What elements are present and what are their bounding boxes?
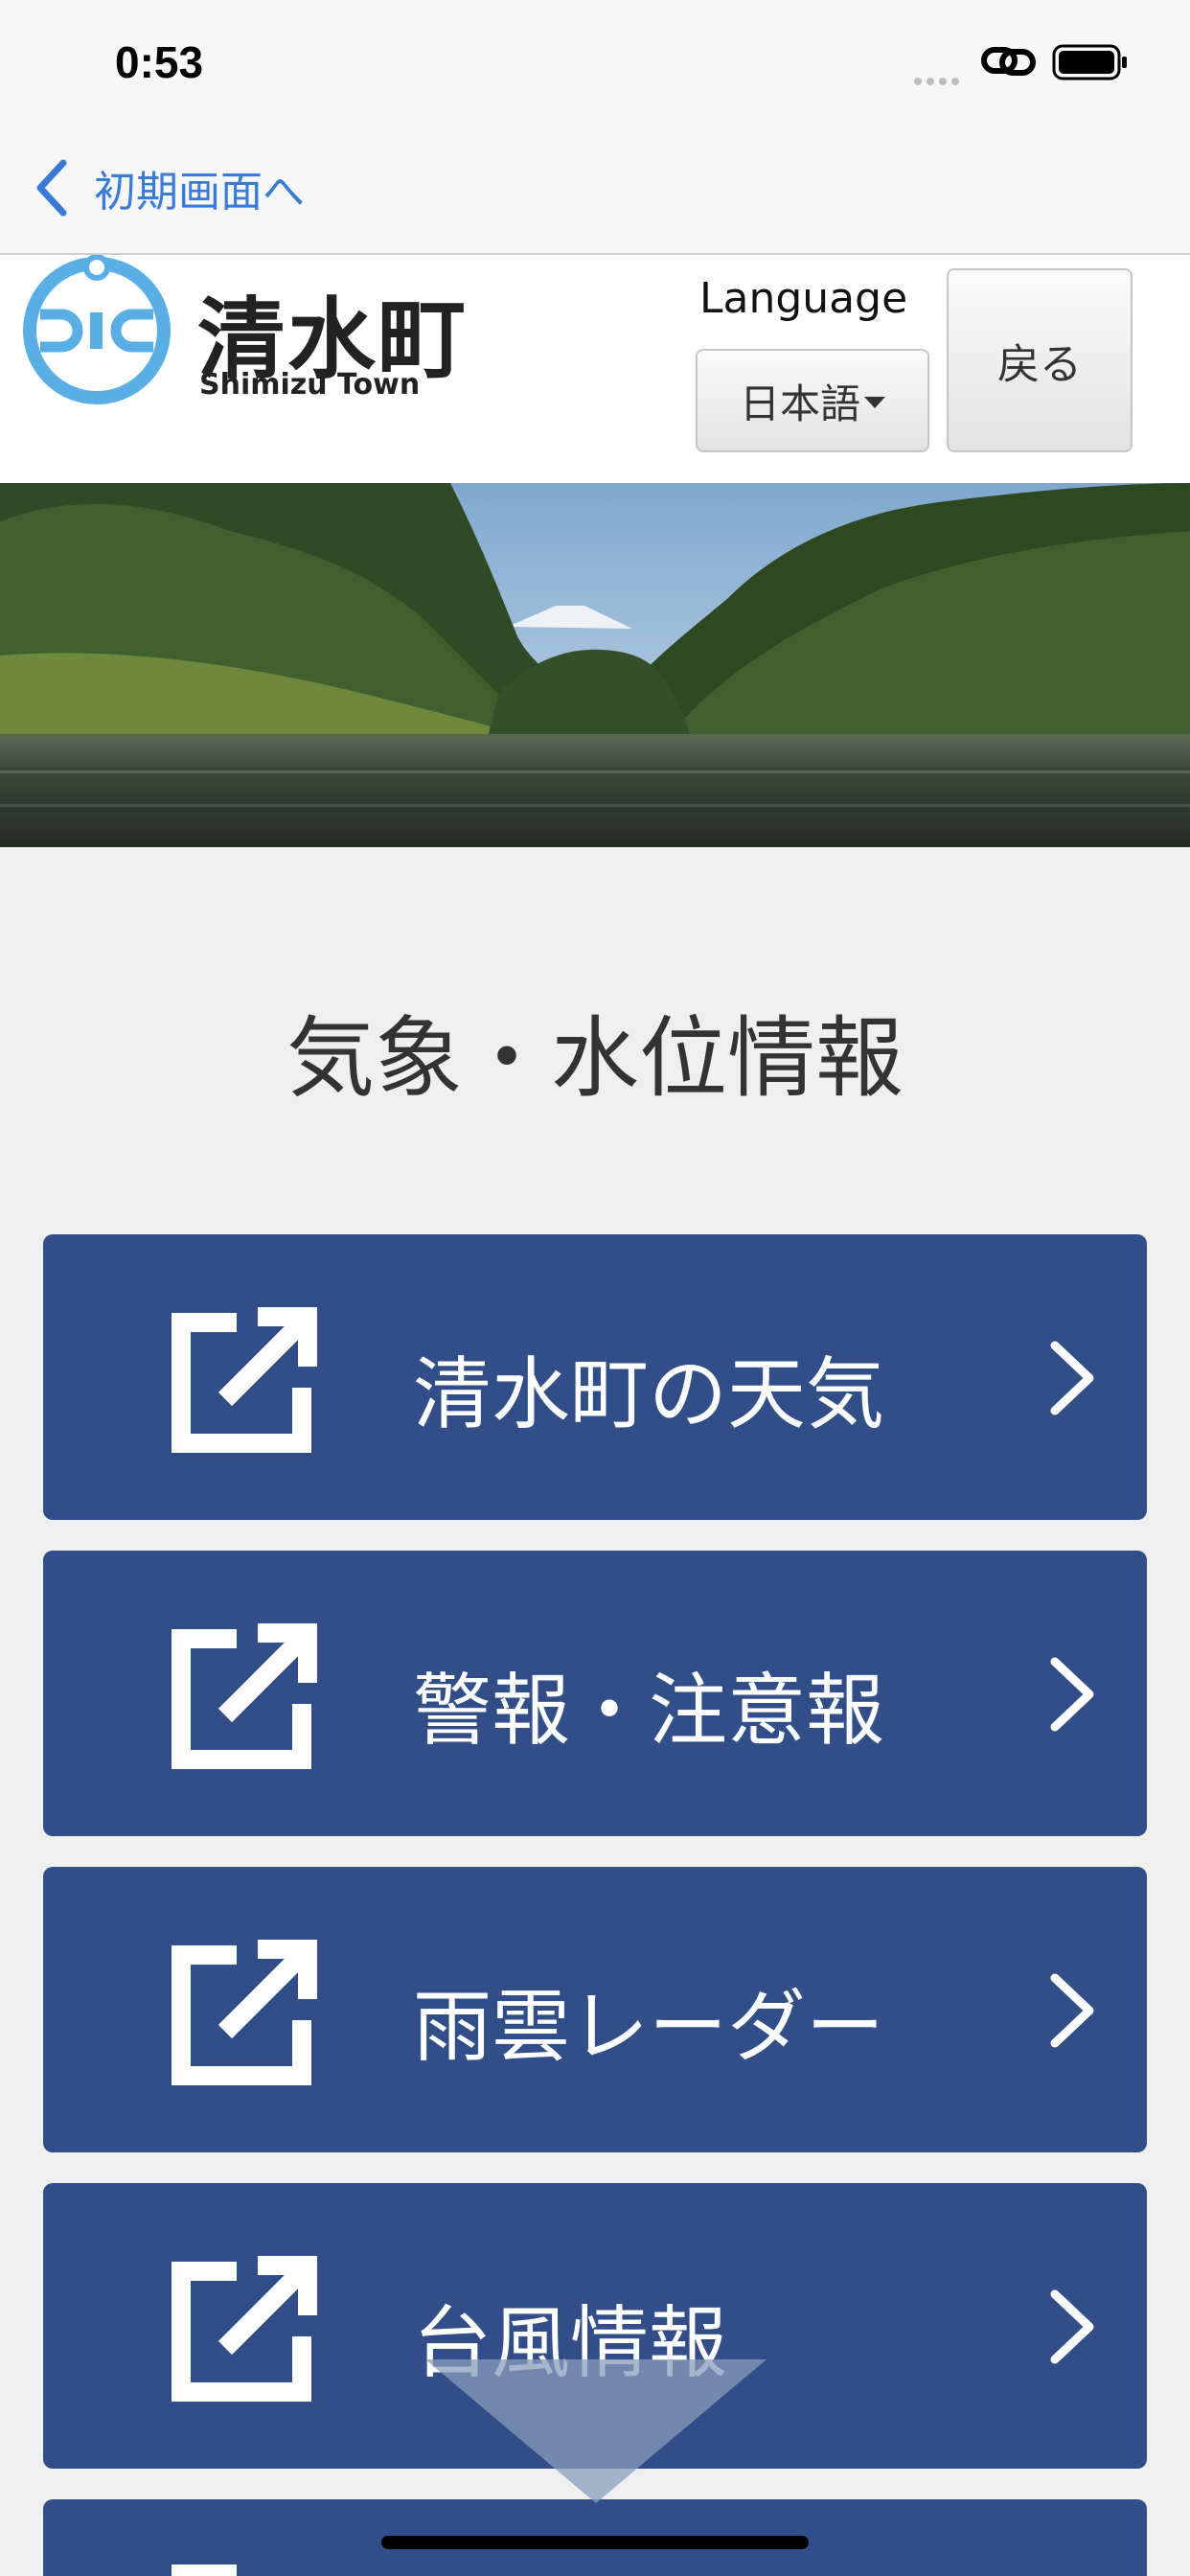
- language-selected-value: 日本語: [739, 380, 860, 427]
- menu-item-label: 清水町の天気: [413, 1349, 885, 1440]
- caret-down-icon: [864, 397, 885, 408]
- menu-item-label: 雨雲レーダー: [413, 1982, 885, 2073]
- chevron-right-icon: [1050, 1657, 1094, 1732]
- back-button-label: 戻る: [997, 340, 1082, 389]
- menu-item-label: 警報・注意報: [413, 1666, 885, 1757]
- chevron-right-icon: [1050, 1973, 1094, 2048]
- scroll-down-indicator-icon[interactable]: [425, 2359, 767, 2503]
- language-dropdown[interactable]: 日本語: [696, 349, 929, 452]
- external-link-icon: [172, 1307, 317, 1453]
- navigation-bar: 初期画面へ: [0, 134, 1190, 255]
- chevron-right-icon: [1050, 2289, 1094, 2364]
- chevron-right-icon: [1050, 1341, 1094, 1415]
- hero-river-image: [0, 483, 1190, 847]
- menu-item-warnings[interactable]: 警報・注意報: [43, 1551, 1147, 1836]
- menu-item-rain-radar[interactable]: 雨雲レーダー: [43, 1867, 1147, 2152]
- link-icon: [981, 47, 1036, 76]
- signal-dots-icon: [914, 71, 964, 89]
- external-link-icon: [172, 1623, 317, 1769]
- back-link-label: 初期画面へ: [94, 168, 305, 217]
- page-title: 気象・水位情報: [286, 1007, 904, 1110]
- external-link-icon: [172, 2564, 237, 2576]
- menu-item-town-weather[interactable]: 清水町の天気: [43, 1234, 1147, 1520]
- chevron-left-icon: [36, 159, 67, 217]
- town-emblem-logo: [23, 255, 171, 404]
- town-name-english: Shimizu Town: [199, 368, 421, 402]
- external-link-icon: [172, 1940, 317, 2085]
- back-to-home-link[interactable]: 初期画面へ: [33, 159, 305, 217]
- back-button[interactable]: 戻る: [947, 268, 1133, 452]
- status-time: 0:53: [115, 37, 204, 87]
- battery-icon: [1052, 44, 1127, 80]
- language-label: Language: [699, 274, 908, 323]
- external-link-icon: [172, 2256, 317, 2402]
- site-header: 清水町 Shimizu Town Language 日本語 戻る: [0, 255, 1190, 483]
- status-bar: 0:53: [0, 0, 1190, 134]
- home-indicator[interactable]: [381, 2536, 809, 2549]
